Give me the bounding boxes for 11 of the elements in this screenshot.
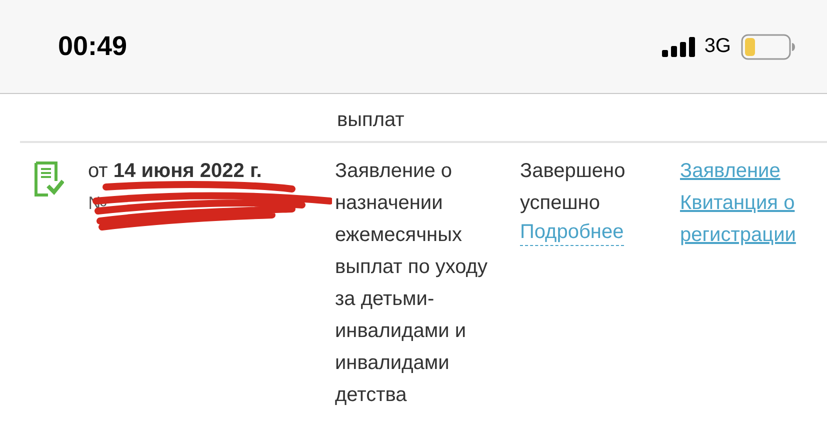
clock-time: 00:49 [58, 31, 128, 62]
battery-icon [741, 34, 795, 60]
document-link[interactable]: Квитанция о регистрации [680, 187, 810, 251]
description-text: Заявление о назначении ежемесячных выплат по уходу за детьми-инвалидами и инвалидами детства [335, 159, 489, 408]
description-text: выплат [337, 108, 404, 133]
application-date: от 14 июня 2022 г. [88, 159, 263, 184]
details-link[interactable]: Подробнее [520, 219, 624, 246]
network-type: 3G [704, 35, 731, 58]
document-check-icon [34, 161, 64, 197]
status-text: Завершено успешно [520, 159, 626, 216]
document-link[interactable]: Заявление [680, 155, 780, 187]
